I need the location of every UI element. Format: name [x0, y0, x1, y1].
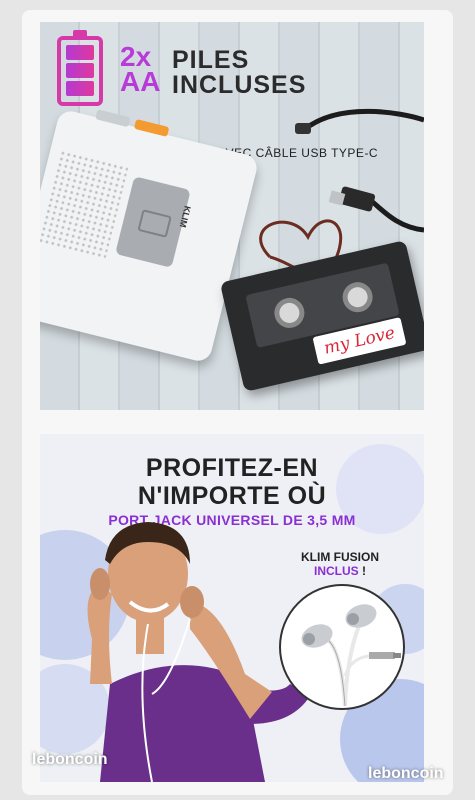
watermark-left: leboncoin [32, 751, 108, 768]
earphones-icon [301, 604, 401, 707]
product-image-earphones[interactable]: PROFITEZ-EN N'IMPORTE OÙ PORT JACK UNIVE… [40, 434, 424, 782]
earphones-inset [279, 584, 405, 710]
watermark-right: leboncoin [368, 765, 444, 782]
earphones-caption: KLIM FUSION INCLUS ! [301, 550, 379, 578]
product-image-batteries[interactable]: 2x AA PILES INCLUSES AVEC CÂBLE USB TYPE… [40, 22, 424, 410]
